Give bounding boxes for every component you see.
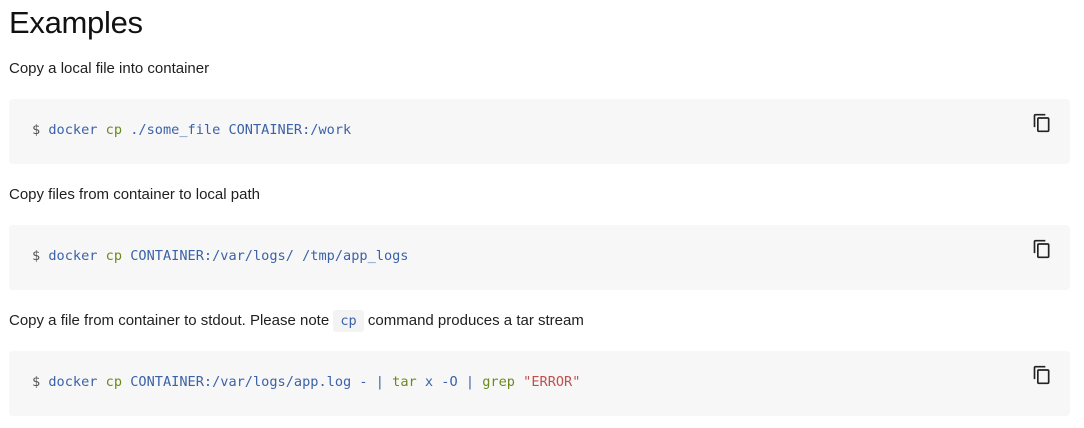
code-token: cp <box>105 122 123 138</box>
code-line-1: $ docker cp ./some_file CONTAINER:/work <box>32 122 351 138</box>
code-block-1: $ docker cp ./some_file CONTAINER:/work <box>9 99 1070 164</box>
code-token: cp <box>105 248 123 264</box>
code-token: cp <box>105 374 123 390</box>
code-block-2: $ docker cp CONTAINER:/var/logs/ /tmp/ap… <box>9 225 1070 290</box>
copy-button[interactable] <box>1032 113 1052 133</box>
copy-button[interactable] <box>1032 239 1052 259</box>
example-2-description: Copy files from container to local path <box>9 186 260 203</box>
description-text: Copy a file from container to stdout. Pl… <box>9 312 330 329</box>
copy-icon <box>1033 239 1050 259</box>
prompt: $ <box>32 248 41 264</box>
code-token: ./some_file CONTAINER:/work <box>130 122 352 138</box>
code-token: docker <box>48 374 98 390</box>
example-1-description: Copy a local file into container <box>9 60 210 77</box>
code-token: CONTAINER:/var/logs/app.log - | <box>130 374 384 390</box>
code-token: CONTAINER:/var/logs/ /tmp/app_logs <box>130 248 409 264</box>
code-token: docker <box>48 122 98 138</box>
code-block-3: $ docker cp CONTAINER:/var/logs/app.log … <box>9 351 1070 416</box>
copy-button[interactable] <box>1032 365 1052 385</box>
copy-icon <box>1033 365 1050 385</box>
code-line-2: $ docker cp CONTAINER:/var/logs/ /tmp/ap… <box>32 248 409 264</box>
code-token: -O <box>441 374 458 390</box>
code-token: "ERROR" <box>523 374 581 390</box>
copy-icon <box>1033 113 1050 133</box>
example-3-description: Copy a file from container to stdout. Pl… <box>9 310 584 332</box>
prompt: $ <box>32 374 41 390</box>
code-token: grep <box>482 374 515 390</box>
code-token: tar <box>392 374 417 390</box>
inline-code: cp <box>333 310 364 332</box>
code-token: x <box>424 374 434 390</box>
code-token: | <box>465 374 475 390</box>
page-title: Examples <box>9 5 143 40</box>
code-token: docker <box>48 248 98 264</box>
description-text: command produces a tar stream <box>367 312 584 329</box>
prompt: $ <box>32 122 41 138</box>
code-line-3: $ docker cp CONTAINER:/var/logs/app.log … <box>32 374 580 390</box>
